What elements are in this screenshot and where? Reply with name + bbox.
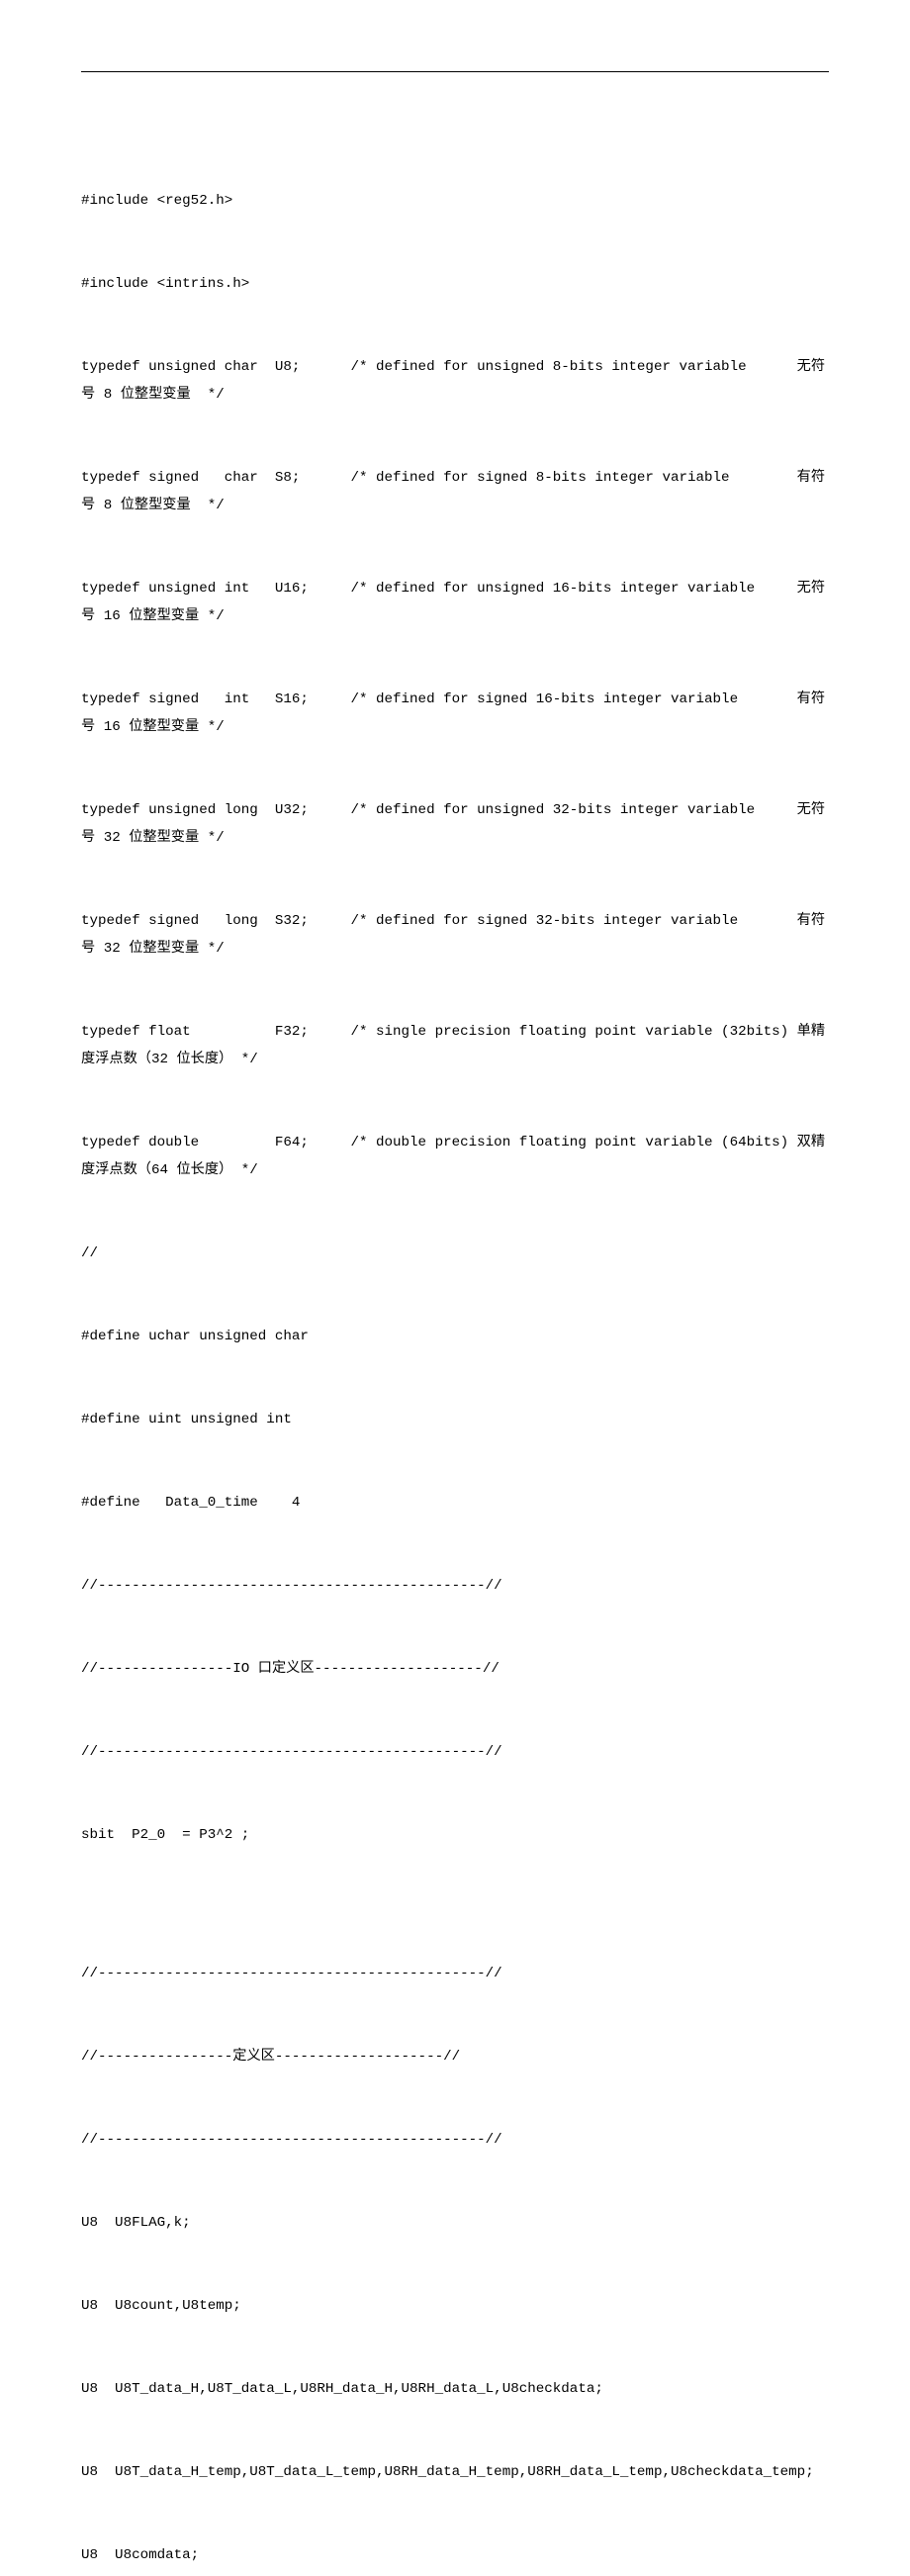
code-line: #define uchar unsigned char bbox=[81, 1323, 829, 1350]
code-line: //--------------------------------------… bbox=[81, 1738, 829, 1766]
code-line: //--------------------------------------… bbox=[81, 1572, 829, 1600]
code-line: //----------------定义区-------------------… bbox=[81, 2043, 829, 2070]
code-line: typedef double F64; /* double precision … bbox=[81, 1129, 829, 1184]
code-line: //--------------------------------------… bbox=[81, 1960, 829, 1987]
code-line: //--------------------------------------… bbox=[81, 2126, 829, 2154]
code-line: //----------------IO 口定义区---------------… bbox=[81, 1655, 829, 1683]
code-line: U8 U8count,U8temp; bbox=[81, 2292, 829, 2320]
code-line: #define Data_0_time 4 bbox=[81, 1489, 829, 1517]
code-line: // bbox=[81, 1240, 829, 1267]
code-line: typedef unsigned int U16; /* defined for… bbox=[81, 575, 829, 630]
code-line: U8 U8T_data_H_temp,U8T_data_L_temp,U8RH_… bbox=[81, 2458, 829, 2486]
code-line: #include <reg52.h> bbox=[81, 187, 829, 215]
code-line: #include <intrins.h> bbox=[81, 270, 829, 298]
header-rule bbox=[81, 71, 829, 72]
code-line: typedef unsigned long U32; /* defined fo… bbox=[81, 796, 829, 852]
code-line: sbit P2_0 = P3^2 ; bbox=[81, 1821, 829, 1849]
code-line: typedef signed long S32; /* defined for … bbox=[81, 907, 829, 963]
code-line: typedef float F32; /* single precision f… bbox=[81, 1018, 829, 1073]
code-block: #include <reg52.h> #include <intrins.h> … bbox=[81, 132, 829, 2576]
code-line: typedef signed char S8; /* defined for s… bbox=[81, 464, 829, 519]
document-page: #include <reg52.h> #include <intrins.h> … bbox=[0, 0, 910, 2576]
code-line: typedef signed int S16; /* defined for s… bbox=[81, 686, 829, 741]
code-line: U8 U8T_data_H,U8T_data_L,U8RH_data_H,U8R… bbox=[81, 2375, 829, 2403]
code-line: typedef unsigned char U8; /* defined for… bbox=[81, 353, 829, 409]
code-line: #define uint unsigned int bbox=[81, 1406, 829, 1433]
code-line: U8 U8FLAG,k; bbox=[81, 2209, 829, 2237]
code-line: U8 U8comdata; bbox=[81, 2541, 829, 2569]
